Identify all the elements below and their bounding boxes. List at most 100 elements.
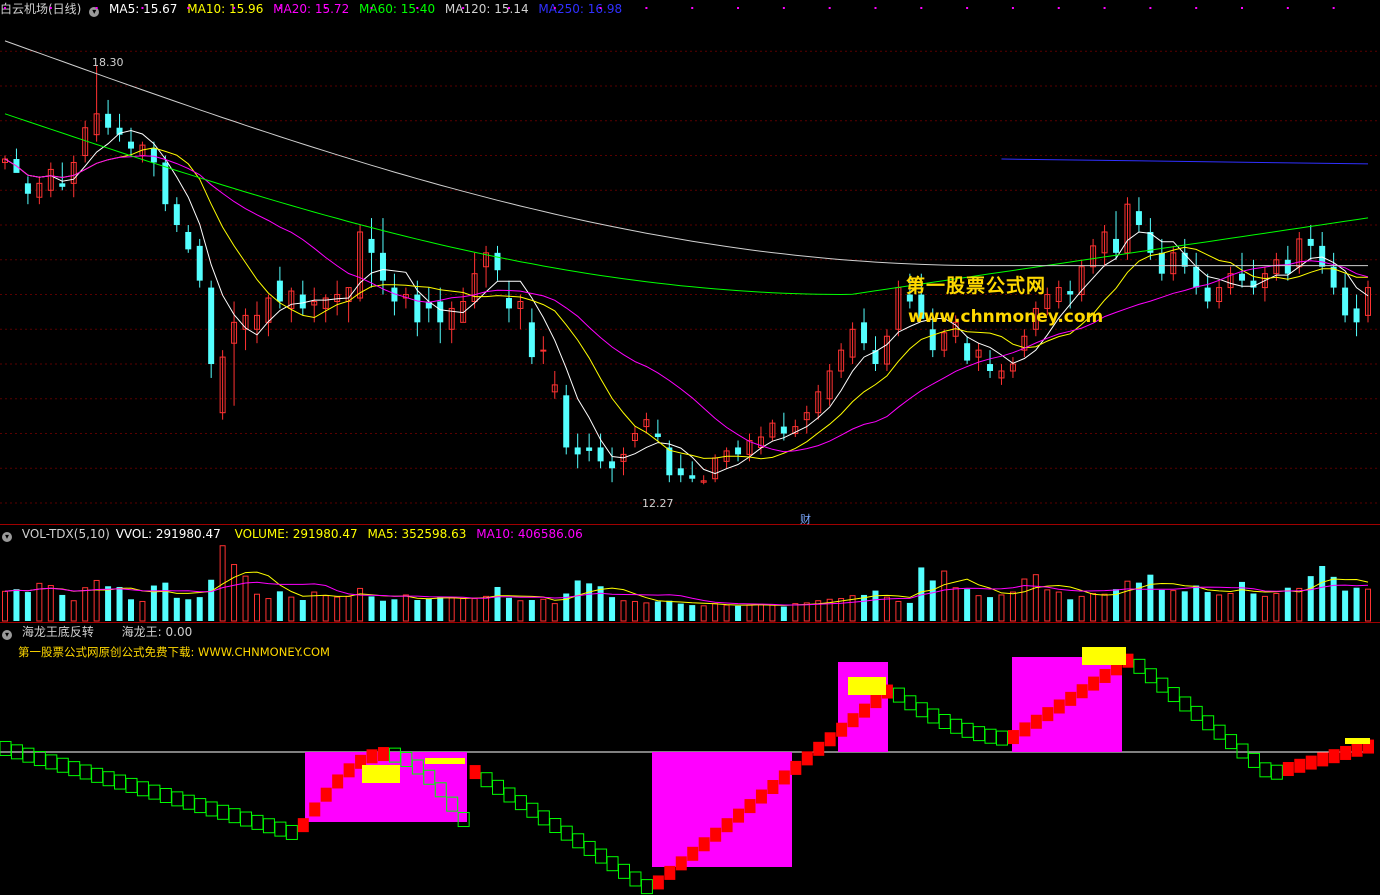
- indicator-green-box: [217, 804, 230, 820]
- candle-body: [609, 461, 616, 469]
- watermark-url: www.chnmoney.com: [908, 307, 1104, 327]
- indicator-red-block: [297, 818, 309, 833]
- volume-bar: [987, 597, 994, 621]
- candle-body: [59, 183, 66, 187]
- candle-body: [735, 447, 742, 455]
- indicator-green-box: [1236, 743, 1249, 759]
- volume-bar: [723, 604, 730, 622]
- volume-bar: [1365, 588, 1371, 622]
- indicator-red-block: [859, 703, 871, 718]
- volume-bar: [13, 589, 20, 621]
- volume-bar: [368, 596, 375, 621]
- indicator-green-box: [251, 814, 264, 830]
- indicator-green-box: [22, 747, 35, 763]
- indicator-green-box: [492, 779, 505, 795]
- indicator-red-block: [1099, 668, 1111, 683]
- volume-bar: [425, 598, 432, 621]
- indicator-red-block: [824, 732, 836, 747]
- indicator-red-block: [332, 774, 344, 789]
- indicator-fill-magenta: [652, 752, 792, 867]
- volume-bar: [276, 591, 283, 621]
- volume-bar: [1147, 574, 1154, 621]
- indicator-green-box: [915, 702, 928, 718]
- indicator-green-box: [904, 695, 917, 711]
- volume-bar: [208, 579, 215, 621]
- volume-bar: [196, 597, 203, 621]
- volume-bar: [1090, 592, 1097, 622]
- volume-bar: [780, 606, 787, 621]
- volume-bar: [895, 600, 902, 622]
- candle-body: [597, 447, 604, 462]
- candle-body: [1067, 291, 1074, 295]
- volume-bar: [288, 596, 295, 622]
- volume-bar: [757, 603, 764, 622]
- indicator-green-box: [285, 824, 298, 840]
- ma250-line: [1001, 158, 1369, 165]
- indicator-green-box: [595, 848, 608, 864]
- period-marker: [874, 7, 877, 9]
- candle-body: [1319, 245, 1326, 267]
- indicator-yellow-block: [1345, 738, 1370, 744]
- indicator-green-box: [961, 722, 974, 738]
- period-marker: [507, 7, 510, 9]
- indicator-red-block: [801, 751, 813, 766]
- indicator-red-block: [1088, 676, 1100, 691]
- candle-body: [780, 426, 787, 434]
- indicator-red-block: [1065, 691, 1077, 706]
- indicator-green-box: [618, 863, 631, 879]
- indicator-green-box: [56, 757, 69, 773]
- indicator-green-box: [537, 810, 550, 826]
- indicator-red-block: [1340, 745, 1352, 760]
- volume-bar: [1216, 594, 1223, 622]
- indicator-green-box: [526, 802, 539, 818]
- indicator-red-block: [675, 856, 687, 871]
- volume-bar: [471, 598, 478, 622]
- indicator-red-block: [687, 846, 699, 861]
- indicator-red-block: [721, 818, 733, 833]
- indicator-red-block: [309, 802, 321, 817]
- indicator-red-block: [767, 779, 779, 794]
- candle-body: [1239, 273, 1246, 281]
- stock-chart-canvas[interactable]: [0, 0, 1380, 895]
- indicator-green-box: [1225, 734, 1238, 750]
- volume-bar: [1342, 590, 1349, 621]
- indicator-red-block: [664, 865, 676, 880]
- period-marker: [141, 7, 144, 9]
- volume-bar: [1158, 589, 1165, 621]
- period-marker: [920, 7, 923, 9]
- volume-bar: [586, 583, 593, 621]
- volume-bar: [998, 594, 1005, 622]
- volume-bar: [1284, 587, 1291, 621]
- volume-bar: [1227, 592, 1234, 622]
- volume-bar: [357, 587, 364, 622]
- indicator-green-box: [1247, 752, 1260, 768]
- indicator-green-box: [79, 764, 92, 780]
- period-marker: [462, 7, 465, 9]
- indicator-green-box: [1179, 696, 1192, 712]
- indicator-green-box: [1167, 687, 1180, 703]
- volume-bar: [517, 600, 524, 622]
- period-marker: [233, 7, 236, 9]
- candle-body: [563, 395, 570, 448]
- indicator-green-box: [995, 730, 1008, 746]
- period-marker: [1149, 7, 1152, 9]
- finance-marker[interactable]: 财: [800, 511, 811, 527]
- volume-bar: [631, 600, 638, 622]
- candle-body: [437, 301, 444, 323]
- period-marker: [1011, 7, 1014, 9]
- indicator-green-box: [984, 728, 997, 744]
- indicator-green-box: [148, 784, 161, 800]
- volume-bar: [105, 586, 112, 621]
- candle-body: [654, 433, 661, 438]
- indicator-red-block: [836, 722, 848, 737]
- volume-bar: [1067, 599, 1074, 621]
- volume-bar: [47, 585, 54, 622]
- candle-body: [150, 148, 157, 163]
- indicator-red-block: [1305, 755, 1317, 770]
- volume-bar: [1250, 593, 1257, 621]
- volume-bar: [1261, 595, 1268, 622]
- indicator-green-box: [1190, 705, 1203, 721]
- volume-bar: [494, 586, 501, 621]
- indicator-red-block: [710, 827, 722, 842]
- indicator-green-box: [572, 833, 585, 849]
